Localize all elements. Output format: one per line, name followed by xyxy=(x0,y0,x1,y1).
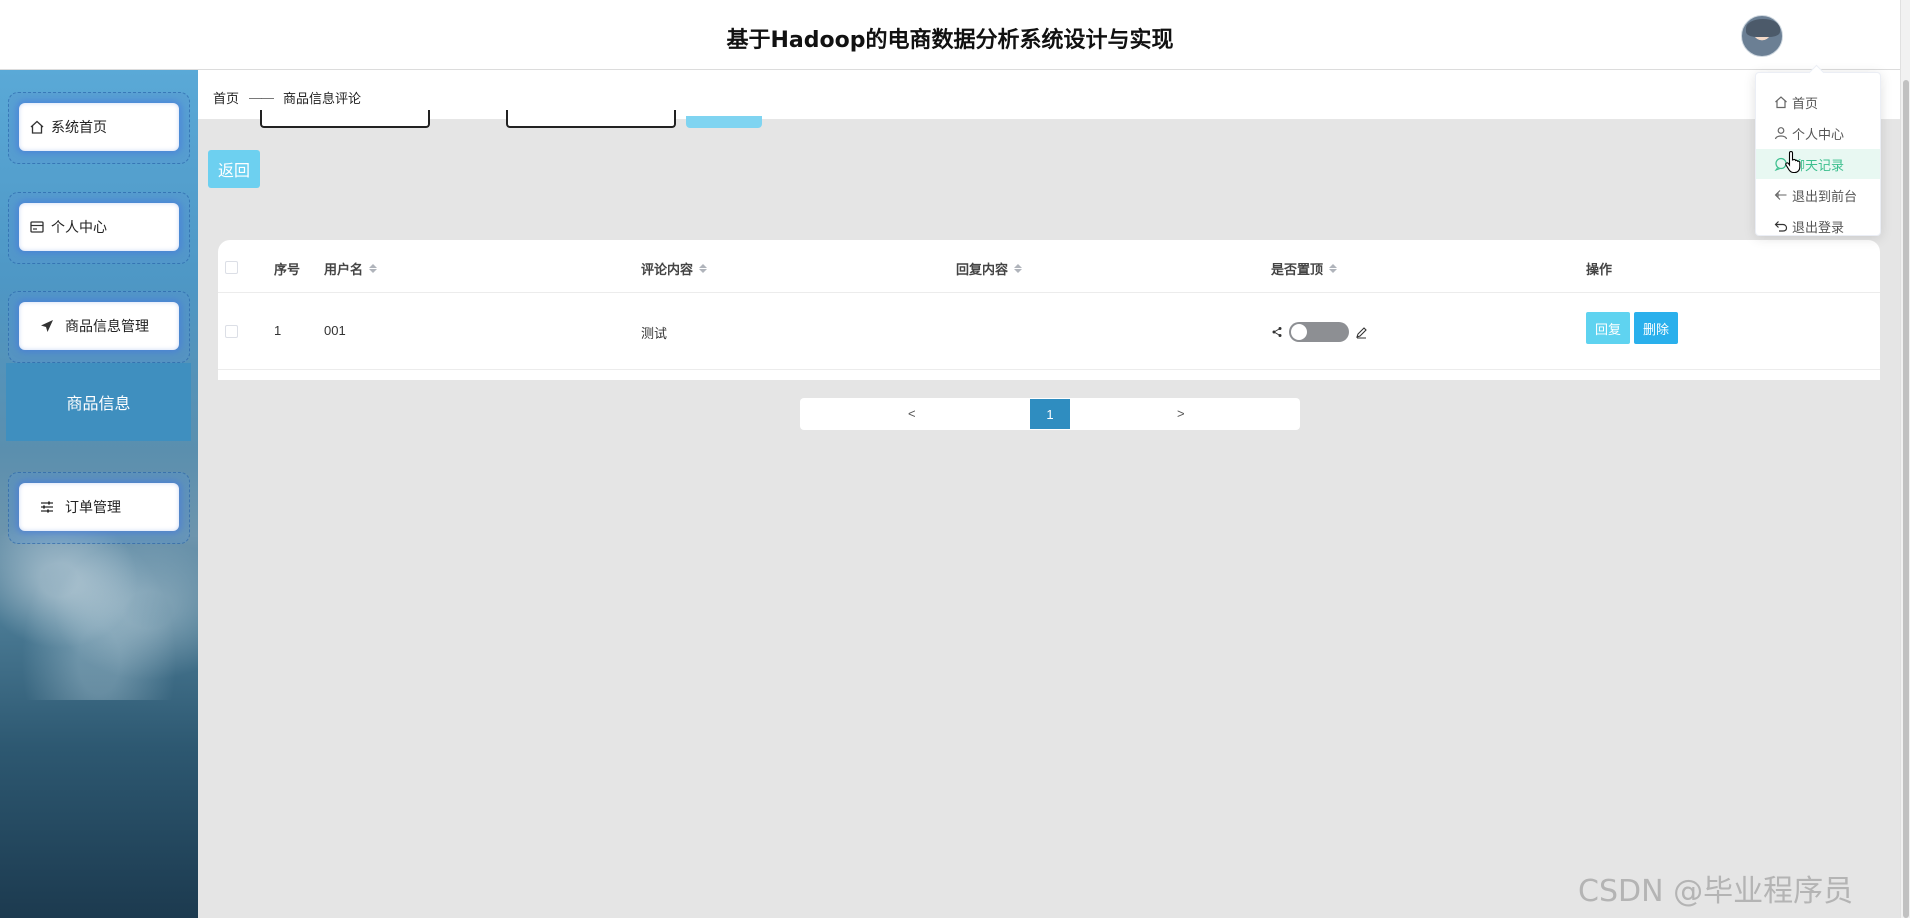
sidebar-item-home[interactable]: 系统首页 xyxy=(19,103,179,151)
menu-item-chat-history[interactable]: 聊天记录 xyxy=(1756,149,1880,179)
column-label: 操作 xyxy=(1586,262,1613,277)
column-label: 用户名 xyxy=(324,262,364,277)
search-button-partial[interactable] xyxy=(686,116,762,128)
cell-pinned xyxy=(1271,322,1368,342)
pin-toggle[interactable] xyxy=(1289,322,1349,342)
cell-actions: 回复 删除 xyxy=(1586,312,1679,344)
table-row: 1 001 测试 回复 删除 xyxy=(218,293,1880,370)
sidebar-item-label: 个人中心 xyxy=(51,219,107,235)
sidebar-item-orders-wrap: 订单管理 xyxy=(8,472,190,544)
cell-comment: 测试 xyxy=(641,326,668,341)
page-number-current[interactable]: 1 xyxy=(1030,399,1070,429)
search-input-partial-2[interactable] xyxy=(506,110,676,128)
column-label: 评论内容 xyxy=(641,262,694,277)
send-icon xyxy=(41,320,53,332)
home-icon xyxy=(30,120,44,134)
menu-item-label: 退出登录 xyxy=(1792,219,1845,235)
sidebar-item-products-wrap: 商品信息管理 xyxy=(8,291,190,363)
menu-item-home[interactable]: 首页 xyxy=(1756,87,1880,117)
menu-item-profile[interactable]: 个人中心 xyxy=(1756,118,1880,148)
sort-icon[interactable] xyxy=(1014,264,1023,273)
sidebar-item-label: 订单管理 xyxy=(65,499,121,515)
column-header-actions: 操作 xyxy=(1586,259,1612,278)
column-header-comment[interactable]: 评论内容 xyxy=(641,259,708,278)
sliders-icon xyxy=(41,501,53,513)
column-header-index: 序号 xyxy=(274,259,300,278)
back-arrow-icon xyxy=(1774,190,1787,200)
user-icon xyxy=(1774,127,1788,140)
home-icon xyxy=(1775,96,1787,109)
breadcrumb-current: 商品信息评论 xyxy=(283,91,362,106)
back-button[interactable]: 返回 xyxy=(208,150,260,188)
menu-item-label: 退出到前台 xyxy=(1792,188,1858,204)
sort-icon[interactable] xyxy=(369,264,378,273)
column-header-reply[interactable]: 回复内容 xyxy=(956,259,1023,278)
prev-page-button[interactable]: < xyxy=(908,406,916,421)
column-header-pinned[interactable]: 是否置顶 xyxy=(1271,259,1338,278)
column-label: 是否置顶 xyxy=(1271,262,1324,277)
row-checkbox[interactable] xyxy=(225,325,238,338)
sidebar-item-label: 商品信息管理 xyxy=(65,318,149,334)
page-scrollbar[interactable] xyxy=(1900,0,1910,918)
sort-icon[interactable] xyxy=(699,264,708,273)
breadcrumb-home[interactable]: 首页 xyxy=(213,88,239,107)
column-header-username[interactable]: 用户名 xyxy=(324,259,378,278)
edit-icon[interactable] xyxy=(1355,326,1368,339)
share-icon[interactable] xyxy=(1271,326,1283,338)
top-header: 基于Hadoop的电商数据分析系统设计与实现 xyxy=(0,0,1900,70)
sidebar-item-profile[interactable]: 个人中心 xyxy=(19,203,179,251)
user-avatar[interactable] xyxy=(1741,15,1783,57)
watermark: CSDN @毕业程序员 xyxy=(1578,874,1854,909)
sidebar-item-products[interactable]: 商品信息管理 xyxy=(19,302,179,350)
delete-button[interactable]: 删除 xyxy=(1634,312,1679,344)
sidebar-item-profile-wrap: 个人中心 xyxy=(8,192,190,264)
reply-button[interactable]: 回复 xyxy=(1586,312,1631,344)
user-dropdown-menu: 首页 个人中心 聊天记录 退出到前台 退出登录 xyxy=(1755,72,1881,236)
cell-username: 001 xyxy=(324,323,346,338)
menu-item-logout[interactable]: 退出登录 xyxy=(1756,211,1880,241)
logout-icon xyxy=(1774,221,1788,232)
comments-table: 序号 用户名 评论内容 回复内容 是否置顶 操作 1 001 测试 回复 删除 xyxy=(218,240,1880,380)
cell-index: 1 xyxy=(274,323,282,338)
select-all-checkbox[interactable] xyxy=(225,261,238,274)
mouse-pointer-icon xyxy=(1785,150,1801,174)
menu-item-label: 个人中心 xyxy=(1792,126,1845,142)
pagination: < 1 > xyxy=(800,398,1300,430)
avatar-hair xyxy=(1746,19,1780,37)
breadcrumb-separator: —— xyxy=(249,90,274,105)
scrollbar-thumb[interactable] xyxy=(1903,80,1909,918)
breadcrumb-bar: 首页 —— 商品信息评论 xyxy=(198,70,1900,120)
column-label: 回复内容 xyxy=(956,262,1009,277)
breadcrumb: 首页 —— 商品信息评论 xyxy=(213,88,361,107)
sidebar: 系统首页 个人中心 商品信息管理 商品信息 订单管理 xyxy=(0,70,198,918)
sidebar-item-label: 系统首页 xyxy=(51,119,107,135)
search-input-partial[interactable] xyxy=(260,110,430,128)
table-header: 序号 用户名 评论内容 回复内容 是否置顶 操作 xyxy=(218,240,1880,293)
sidebar-item-home-wrap: 系统首页 xyxy=(8,92,190,164)
sidebar-item-orders[interactable]: 订单管理 xyxy=(19,483,179,531)
sort-icon[interactable] xyxy=(1329,264,1338,273)
next-page-button[interactable]: > xyxy=(1177,406,1185,421)
sidebar-subitem-product-info[interactable]: 商品信息 xyxy=(6,363,191,441)
menu-item-label: 首页 xyxy=(1792,95,1819,111)
menu-item-front[interactable]: 退出到前台 xyxy=(1756,180,1880,210)
page-title: 基于Hadoop的电商数据分析系统设计与实现 xyxy=(726,28,1174,53)
column-label: 序号 xyxy=(274,262,301,277)
card-icon xyxy=(30,221,44,233)
